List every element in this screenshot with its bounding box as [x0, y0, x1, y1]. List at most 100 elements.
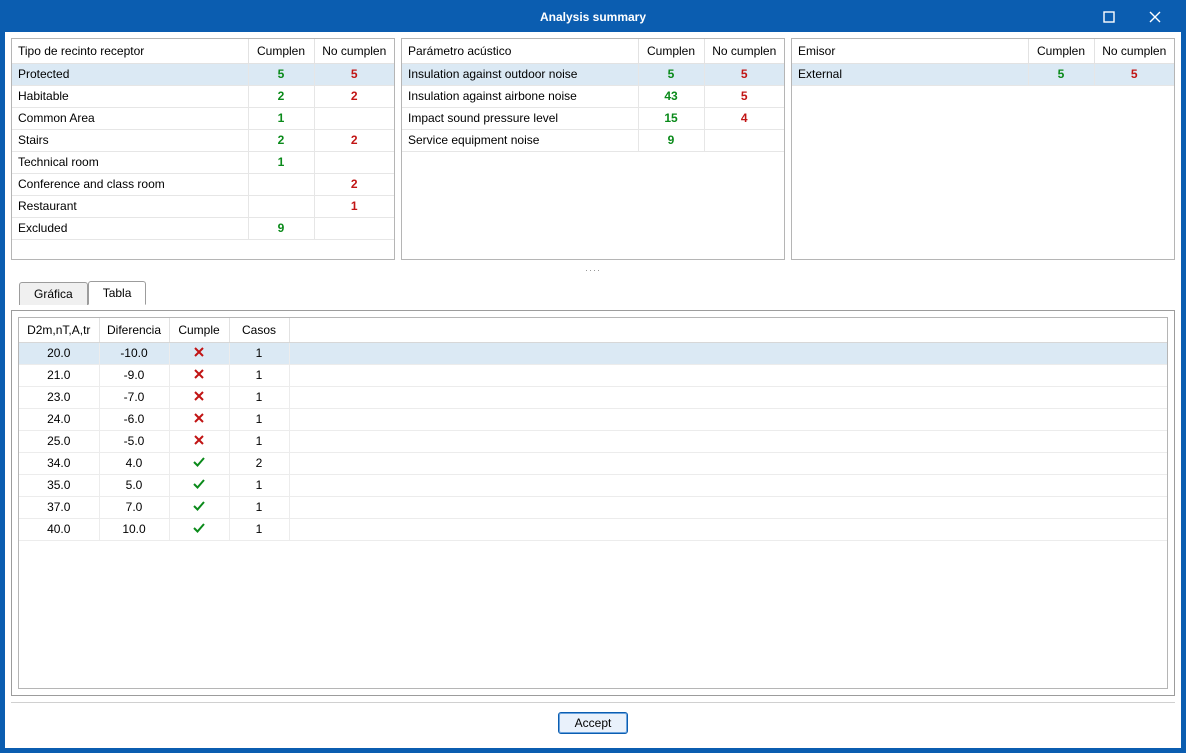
table-row[interactable]: Impact sound pressure level154 [402, 107, 784, 129]
table-row[interactable]: 20.0-10.01 [19, 342, 1167, 364]
check-icon [193, 456, 205, 468]
table-row[interactable]: Insulation against outdoor noise55 [402, 63, 784, 85]
pass-count: 5 [638, 63, 704, 85]
filler-cell [289, 408, 1167, 430]
table-row[interactable]: Common Area1 [12, 107, 394, 129]
pass-count [248, 173, 314, 195]
pass-count: 9 [638, 129, 704, 151]
fail-count [314, 151, 394, 173]
column-header[interactable]: No cumplen [1094, 39, 1174, 63]
comply-cell [169, 364, 229, 386]
check-icon [193, 500, 205, 512]
row-name: Stairs [12, 129, 248, 151]
pass-count: 5 [248, 63, 314, 85]
fail-count [704, 129, 784, 151]
value-cell: 40.0 [19, 518, 99, 540]
comply-cell [169, 452, 229, 474]
value-cell: 24.0 [19, 408, 99, 430]
table-row[interactable]: 34.04.0 2 [19, 452, 1167, 474]
comply-cell [169, 408, 229, 430]
table-row[interactable]: Stairs22 [12, 129, 394, 151]
column-header[interactable]: Casos [229, 318, 289, 342]
comply-cell [169, 474, 229, 496]
table-row[interactable]: Protected55 [12, 63, 394, 85]
pass-count: 1 [248, 151, 314, 173]
value-cell: 21.0 [19, 364, 99, 386]
tab-grafica[interactable]: Gráfica [19, 282, 88, 305]
table-row[interactable]: Excluded9 [12, 217, 394, 239]
row-name: Insulation against outdoor noise [402, 63, 638, 85]
fail-count [314, 217, 394, 239]
column-header[interactable]: Cumplen [248, 39, 314, 63]
column-header[interactable]: No cumplen [704, 39, 784, 63]
filler-cell [289, 342, 1167, 364]
accept-button[interactable]: Accept [558, 712, 629, 734]
row-name: Technical room [12, 151, 248, 173]
tab-tabla[interactable]: Tabla [88, 281, 147, 305]
table-row[interactable]: 40.010.01 [19, 518, 1167, 540]
diff-cell: 7.0 [99, 496, 169, 518]
comply-cell [169, 496, 229, 518]
pass-count [248, 195, 314, 217]
comply-cell [169, 386, 229, 408]
column-header[interactable]: Cumplen [638, 39, 704, 63]
column-header[interactable]: No cumplen [314, 39, 394, 63]
pass-count: 15 [638, 107, 704, 129]
emisor-table[interactable]: EmisorCumplenNo cumplenExternal55 [792, 39, 1174, 86]
cross-icon [193, 390, 205, 402]
maximize-button[interactable] [1092, 4, 1126, 30]
column-header[interactable]: D2m,nT,A,tr [19, 318, 99, 342]
emisor-panel: EmisorCumplenNo cumplenExternal55 [791, 38, 1175, 260]
value-cell: 35.0 [19, 474, 99, 496]
pass-count: 2 [248, 85, 314, 107]
pass-count: 43 [638, 85, 704, 107]
close-button[interactable] [1138, 4, 1172, 30]
column-header[interactable]: Tipo de recinto receptor [12, 39, 248, 63]
table-row[interactable]: 21.0-9.01 [19, 364, 1167, 386]
filler-cell [289, 474, 1167, 496]
close-icon [1149, 11, 1161, 23]
filler-cell [289, 386, 1167, 408]
fail-count: 2 [314, 85, 394, 107]
pass-count: 5 [1028, 63, 1094, 85]
table-row[interactable]: Habitable22 [12, 85, 394, 107]
table-row[interactable]: Service equipment noise9 [402, 129, 784, 151]
column-header[interactable]: Cumplen [1028, 39, 1094, 63]
column-header[interactable]: Diferencia [99, 318, 169, 342]
param-table[interactable]: Parámetro acústicoCumplenNo cumplenInsul… [402, 39, 784, 152]
table-row[interactable]: 37.07.01 [19, 496, 1167, 518]
column-header[interactable]: Cumple [169, 318, 229, 342]
comply-cell [169, 342, 229, 364]
table-row[interactable]: Insulation against airbone noise435 [402, 85, 784, 107]
diff-cell: -9.0 [99, 364, 169, 386]
table-row[interactable]: Conference and class room2 [12, 173, 394, 195]
splitter-handle[interactable]: ···· [11, 266, 1175, 274]
filler-cell [289, 364, 1167, 386]
detail-table[interactable]: D2m,nT,A,trDiferenciaCumpleCasos20.0-10.… [19, 318, 1167, 541]
filler-cell [289, 430, 1167, 452]
value-cell: 20.0 [19, 342, 99, 364]
table-row[interactable]: External55 [792, 63, 1174, 85]
column-header[interactable]: Emisor [792, 39, 1028, 63]
fail-count: 4 [704, 107, 784, 129]
cases-cell: 1 [229, 496, 289, 518]
cross-icon [193, 434, 205, 446]
receptor-table[interactable]: Tipo de recinto receptorCumplenNo cumple… [12, 39, 394, 240]
table-row[interactable]: 35.05.01 [19, 474, 1167, 496]
diff-cell: 4.0 [99, 452, 169, 474]
table-row[interactable]: 23.0-7.01 [19, 386, 1167, 408]
table-row[interactable]: Restaurant1 [12, 195, 394, 217]
check-icon [193, 478, 205, 490]
table-row[interactable]: 25.0-5.01 [19, 430, 1167, 452]
table-row[interactable]: Technical room1 [12, 151, 394, 173]
titlebar[interactable]: Analysis summary [2, 2, 1184, 32]
column-header[interactable]: Parámetro acústico [402, 39, 638, 63]
comply-cell [169, 430, 229, 452]
comply-cell [169, 518, 229, 540]
fail-count: 5 [1094, 63, 1174, 85]
fail-count [314, 107, 394, 129]
table-row[interactable]: 24.0-6.01 [19, 408, 1167, 430]
value-cell: 34.0 [19, 452, 99, 474]
cases-cell: 2 [229, 452, 289, 474]
footer: Accept [11, 702, 1175, 742]
